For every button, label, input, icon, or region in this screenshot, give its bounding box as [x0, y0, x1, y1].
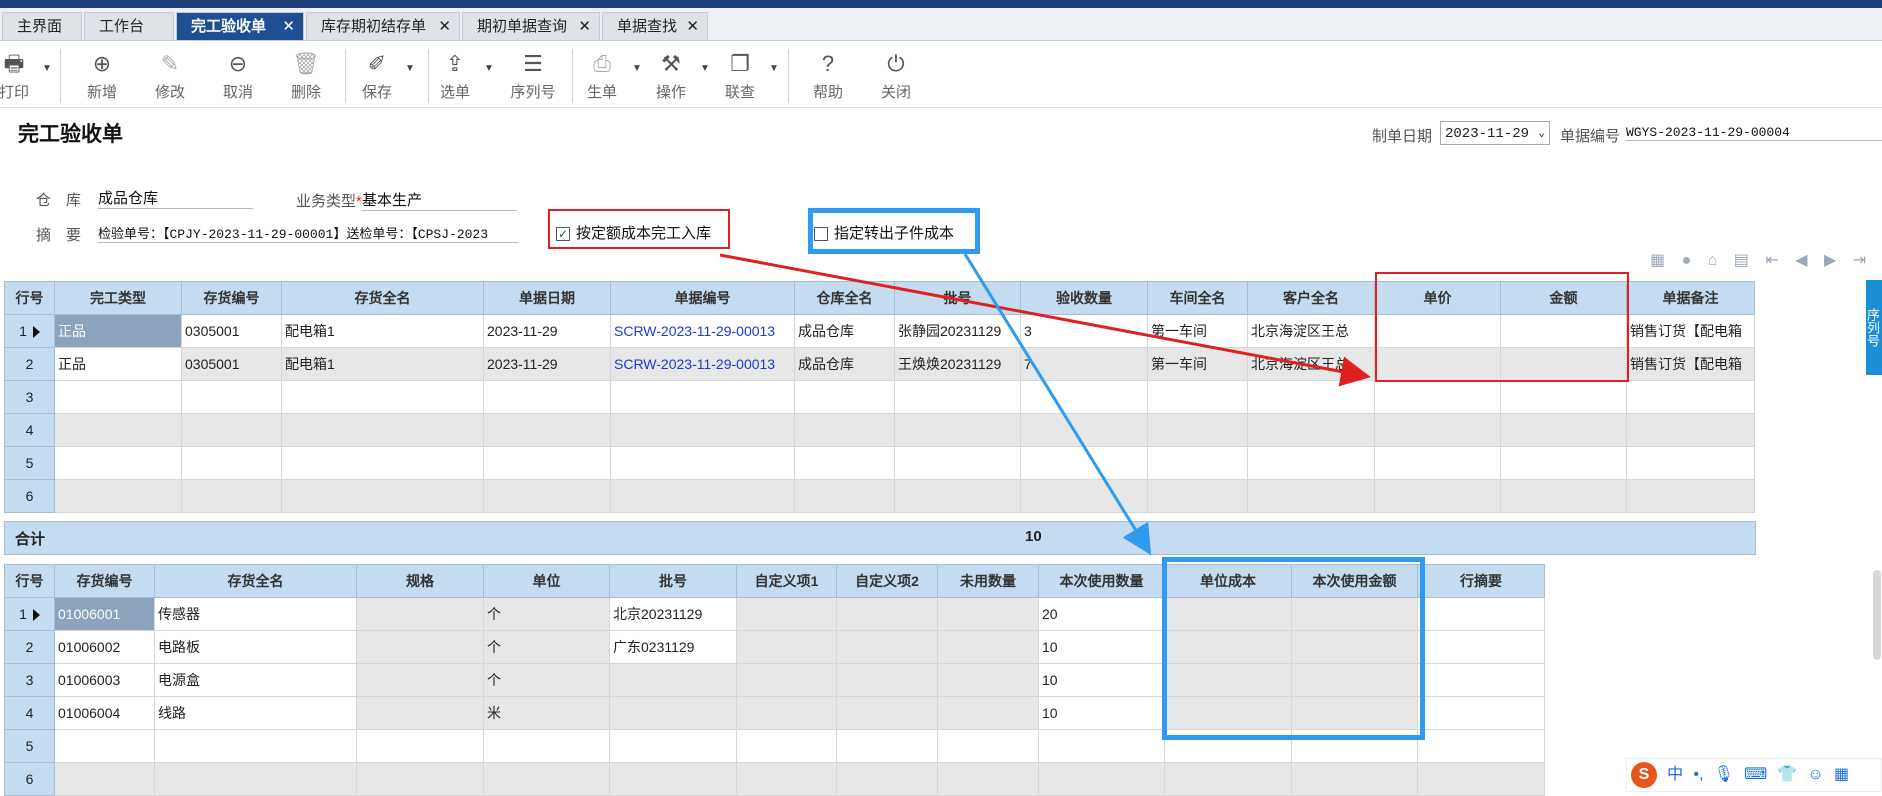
blue-arrow: [963, 253, 1152, 556]
mic-icon[interactable]: 🎙: [1714, 759, 1734, 791]
robot-icon[interactable]: ☺: [1807, 759, 1823, 791]
grid-icon[interactable]: ▦: [1834, 759, 1849, 791]
keyboard-icon[interactable]: ⌨: [1744, 759, 1767, 791]
serial-side-tab[interactable]: 序列号: [1865, 280, 1882, 375]
ime-mode[interactable]: 中: [1667, 759, 1683, 791]
annotation-arrows: [719, 253, 1371, 556]
ime-logo: S: [1631, 762, 1657, 788]
scrollbar[interactable]: [1873, 570, 1881, 660]
ime-toolbar[interactable]: S 中 •, 🎙 ⌨ 👕 ☺ ▦: [1626, 758, 1882, 792]
shirt-icon[interactable]: 👕: [1777, 759, 1797, 791]
red-arrow: [719, 253, 1371, 387]
punct-icon[interactable]: •,: [1693, 759, 1703, 791]
